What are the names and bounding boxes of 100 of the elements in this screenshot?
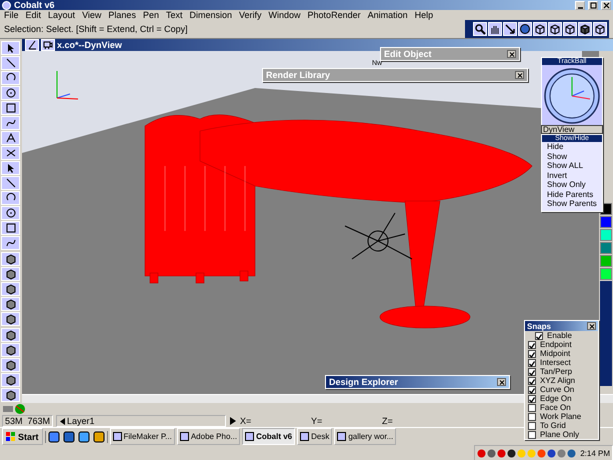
- toolbar-button[interactable]: [473, 22, 487, 36]
- tool-button[interactable]: [1, 176, 20, 190]
- checkbox[interactable]: [528, 350, 536, 358]
- tool-button[interactable]: [1, 101, 20, 115]
- app-icon: [245, 432, 254, 441]
- tool-button[interactable]: [1, 116, 20, 130]
- menu-item[interactable]: Help: [414, 10, 434, 20]
- checkbox[interactable]: [528, 422, 536, 430]
- close-button[interactable]: [601, 0, 611, 10]
- tool-button[interactable]: [1, 236, 20, 250]
- tool-button[interactable]: [1, 86, 20, 100]
- close-button[interactable]: [587, 322, 596, 330]
- tool-button[interactable]: [1, 41, 20, 55]
- menu-item[interactable]: Pen: [142, 10, 159, 20]
- menu-item[interactable]: Show Parents: [542, 199, 602, 208]
- menu-item[interactable]: PhotoRender: [308, 10, 361, 20]
- checkbox[interactable]: [528, 404, 536, 412]
- quick-launch-icon[interactable]: [62, 430, 75, 442]
- tool-button[interactable]: [1, 282, 20, 296]
- color-swatch[interactable]: [600, 255, 612, 267]
- menu-item[interactable]: Hide: [542, 142, 602, 152]
- color-swatch[interactable]: [600, 268, 612, 280]
- layer-dropdown[interactable]: Layer1: [56, 415, 226, 427]
- toolbar-button[interactable]: [563, 22, 577, 36]
- taskbar-button[interactable]: Adobe Pho...: [176, 428, 240, 445]
- tool-button[interactable]: [1, 328, 20, 342]
- checkbox[interactable]: [528, 368, 536, 376]
- menu-item[interactable]: Dimension: [189, 10, 232, 20]
- menu-item[interactable]: Invert: [542, 170, 602, 180]
- checkbox[interactable]: [528, 376, 536, 384]
- tool-button[interactable]: [1, 56, 20, 70]
- menu-item[interactable]: Planes: [108, 10, 136, 20]
- checkbox[interactable]: [528, 340, 536, 348]
- toolbar-button[interactable]: [503, 22, 517, 36]
- coordinate-label: X=: [240, 416, 252, 426]
- close-button[interactable]: [507, 50, 516, 58]
- quick-launch-icon[interactable]: [92, 430, 105, 442]
- tool-button[interactable]: [1, 206, 20, 220]
- checkbox[interactable]: [528, 412, 536, 420]
- memory-readout: 53M 763M: [2, 415, 54, 427]
- tool-button[interactable]: [1, 252, 20, 266]
- quick-launch-icon[interactable]: [78, 430, 90, 442]
- toolbar-button[interactable]: [593, 22, 607, 36]
- menu-item[interactable]: View: [82, 10, 102, 20]
- menu-item[interactable]: Edit: [26, 10, 42, 20]
- pencil-button[interactable]: [25, 39, 39, 51]
- close-button[interactable]: [497, 378, 506, 386]
- view-dropdown[interactable]: DynView: [541, 125, 603, 134]
- menu-item[interactable]: Text: [166, 10, 182, 20]
- app-icon: [300, 432, 310, 441]
- menu-item[interactable]: Animation: [368, 10, 408, 20]
- color-swatch[interactable]: [600, 229, 612, 241]
- taskbar-button[interactable]: Desk: [297, 428, 332, 445]
- menu-item[interactable]: File: [4, 10, 19, 20]
- maximize-button[interactable]: [588, 0, 598, 10]
- app-icon: [180, 432, 189, 441]
- menu-item[interactable]: Layout: [48, 10, 76, 20]
- minimize-button[interactable]: [575, 0, 585, 10]
- menu-item[interactable]: Window: [268, 10, 301, 20]
- toolbar-button[interactable]: [548, 22, 562, 36]
- panel-title: Design Explorer: [329, 377, 398, 387]
- tool-button[interactable]: [1, 297, 20, 311]
- toolbar-button[interactable]: [518, 22, 532, 36]
- tool-button[interactable]: [1, 312, 20, 326]
- tool-button[interactable]: [1, 71, 20, 85]
- taskbar-button[interactable]: FileMaker P...: [110, 428, 175, 445]
- tool-button[interactable]: [1, 343, 20, 357]
- menu-item[interactable]: Show ALL: [542, 161, 602, 170]
- tool-button[interactable]: [1, 373, 20, 387]
- close-button[interactable]: [515, 71, 524, 79]
- menu-item[interactable]: Verify: [239, 10, 262, 20]
- checkbox[interactable]: [528, 386, 536, 394]
- menu-item[interactable]: Show Only: [542, 180, 602, 190]
- tool-button[interactable]: [1, 388, 20, 402]
- checkbox[interactable]: [528, 394, 536, 402]
- tool-button[interactable]: [1, 161, 20, 175]
- right-arrow-icon[interactable]: [229, 416, 238, 426]
- tool-button[interactable]: [1, 131, 20, 145]
- color-swatch[interactable]: [600, 242, 612, 254]
- tool-button[interactable]: [1, 191, 20, 205]
- toolbar-button[interactable]: [533, 22, 547, 36]
- checkbox[interactable]: [535, 332, 543, 340]
- taskbar-button[interactable]: gallery wor...: [334, 428, 396, 445]
- quick-launch-icon[interactable]: [48, 430, 60, 442]
- tool-button[interactable]: [1, 221, 20, 235]
- toolbar-button[interactable]: [578, 22, 592, 36]
- color-swatch[interactable]: [600, 216, 612, 228]
- palette-scrollbar[interactable]: [600, 281, 612, 386]
- tool-button[interactable]: [1, 146, 20, 160]
- taskbar-button[interactable]: Cobalt v6: [242, 428, 296, 445]
- tool-button[interactable]: [1, 267, 20, 281]
- move-handle-icon[interactable]: [344, 212, 412, 260]
- tool-button[interactable]: [1, 358, 20, 372]
- checkbox-label: Tan/Perp: [540, 367, 572, 376]
- menu-item[interactable]: Show: [542, 152, 602, 161]
- checkbox[interactable]: [528, 358, 536, 366]
- menu-item[interactable]: Hide Parents: [542, 190, 602, 199]
- start-button[interactable]: Start: [2, 428, 43, 445]
- camera-button[interactable]: [41, 39, 55, 51]
- checkbox[interactable]: [528, 430, 536, 438]
